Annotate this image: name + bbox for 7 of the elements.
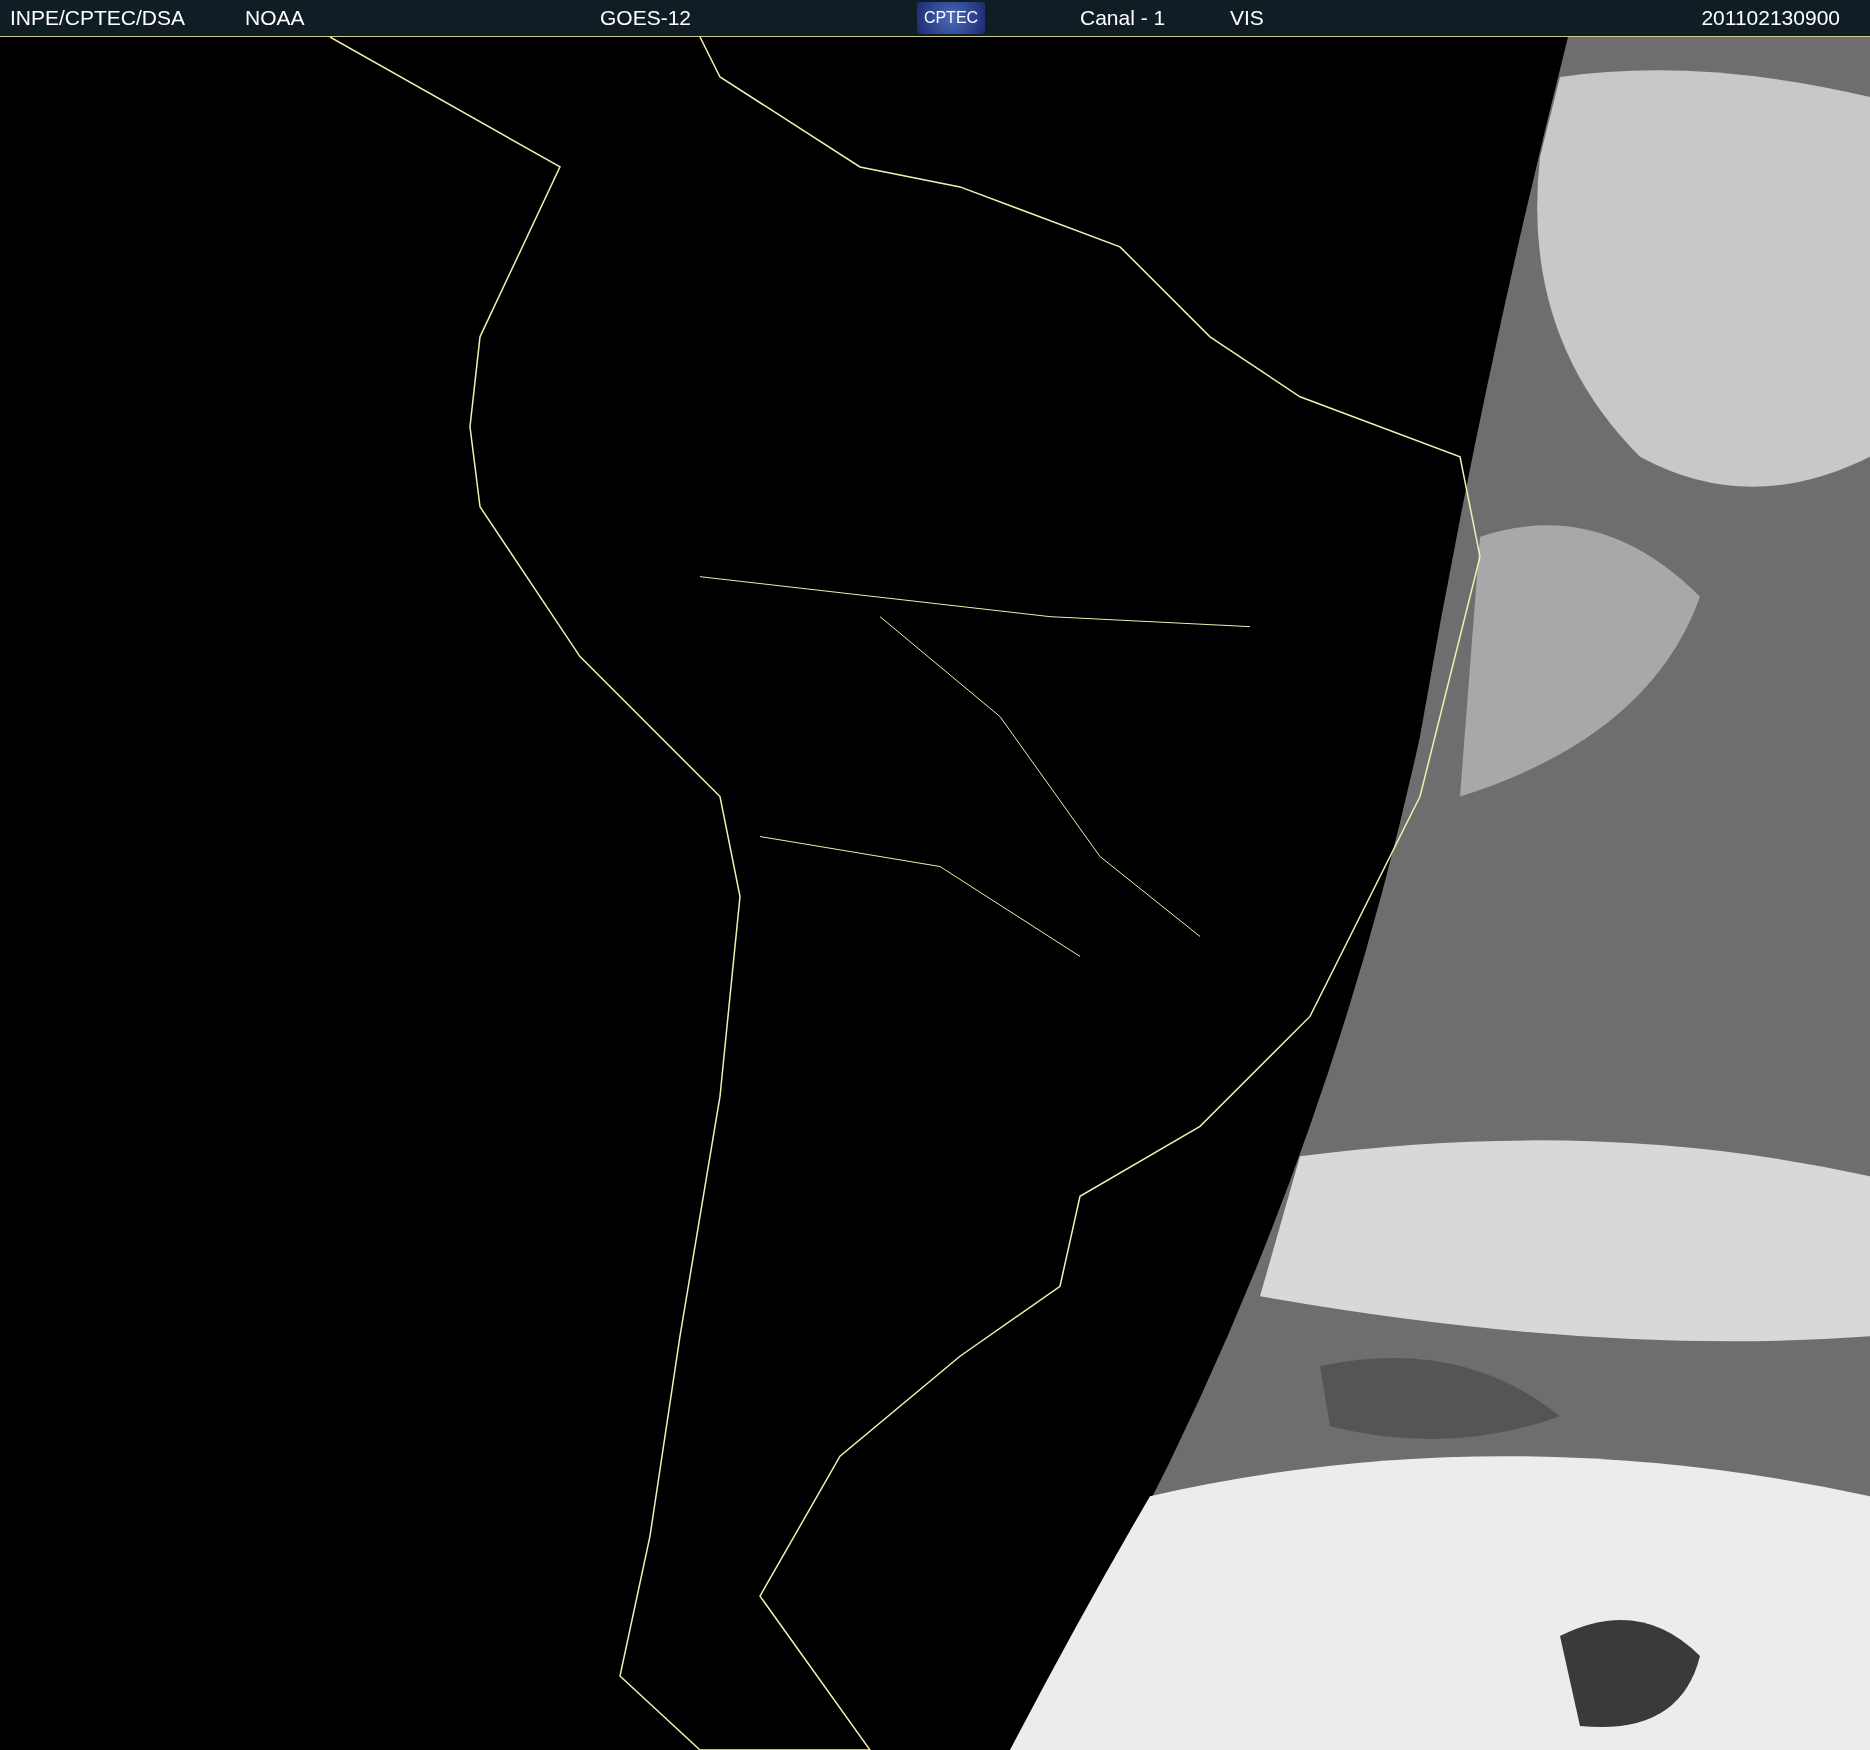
band-label: VIS (1230, 6, 1264, 30)
agency-label: NOAA (245, 6, 305, 30)
satellite-label: GOES-12 (600, 6, 692, 30)
agency-label: INPE/CPTEC/DSA (9, 6, 186, 30)
timestamp-label: 201102130900 (1701, 6, 1841, 30)
channel-label: Canal - 1 (1080, 6, 1166, 30)
logo: CPTEC (917, 2, 985, 34)
